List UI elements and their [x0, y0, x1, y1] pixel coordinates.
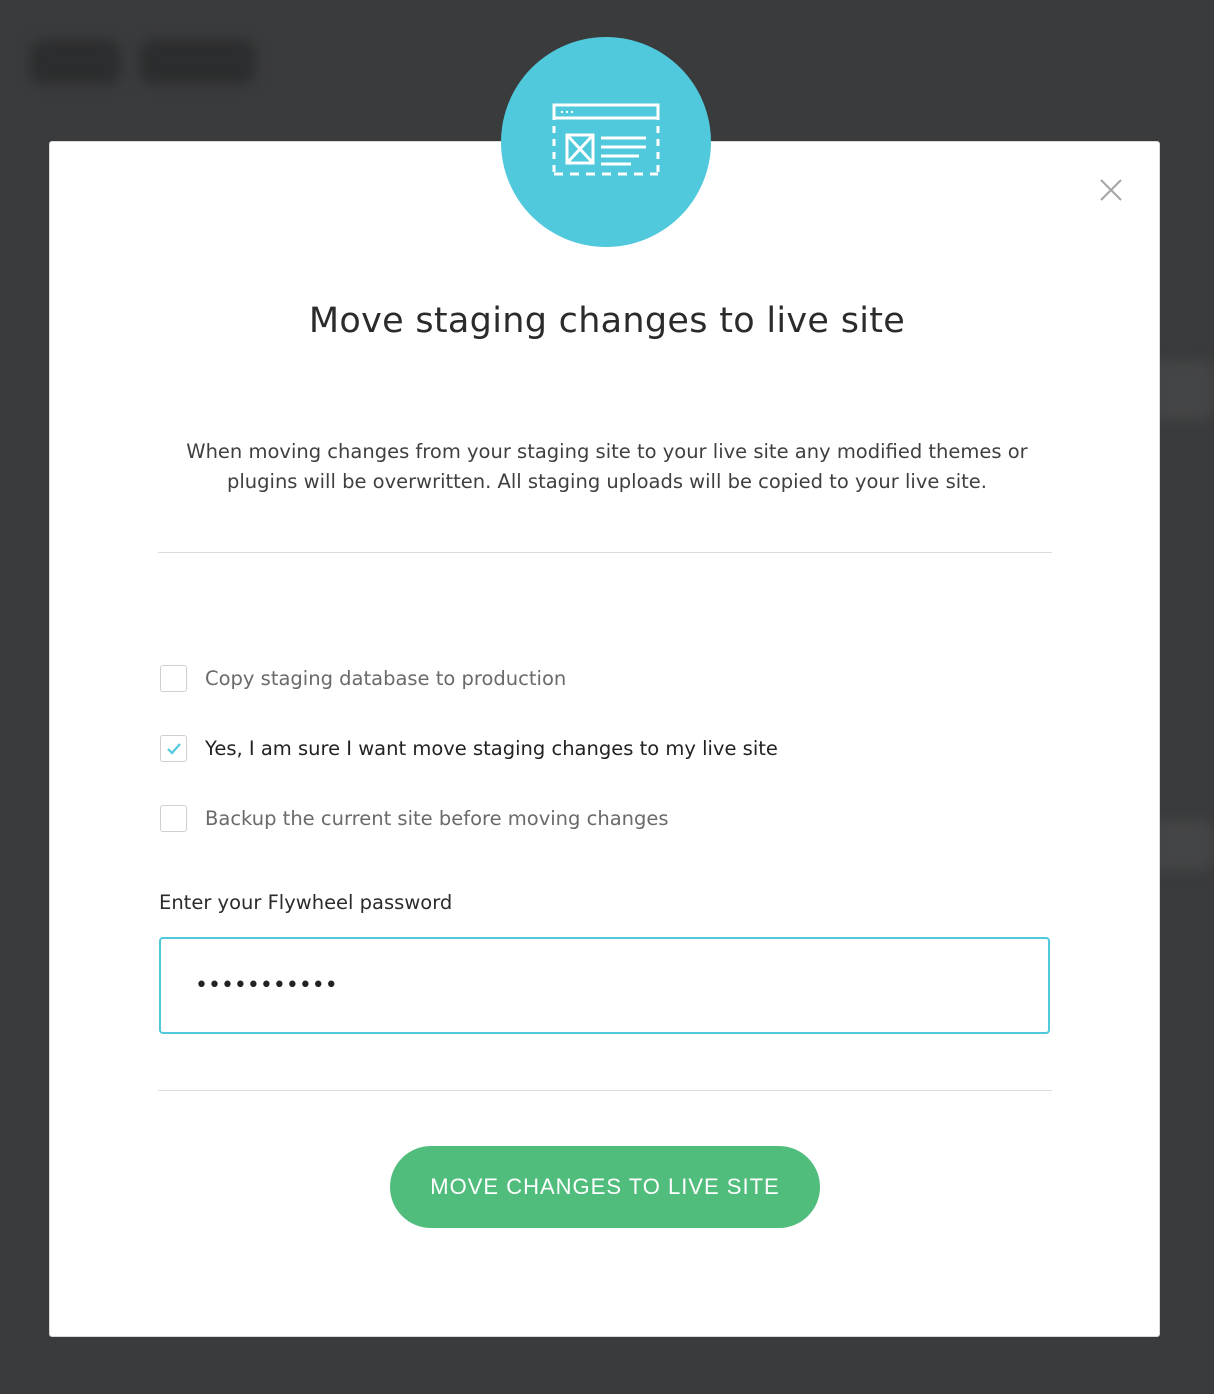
confirm-move-checkbox[interactable]: [160, 735, 187, 762]
move-changes-button[interactable]: MOVE CHANGES TO LIVE SITE: [390, 1146, 820, 1228]
password-field[interactable]: [159, 937, 1050, 1034]
background-blur: [30, 40, 120, 84]
copy-database-checkbox[interactable]: [160, 665, 187, 692]
divider: [158, 1090, 1052, 1091]
background-blur: [140, 40, 255, 84]
dialog-description: When moving changes from your staging si…: [186, 440, 1028, 493]
option-confirm-move[interactable]: Yes, I am sure I want move staging chang…: [160, 735, 778, 762]
dialog-title: Move staging changes to live site: [308, 301, 906, 341]
dialog-icon-badge: [501, 37, 711, 247]
website-layout-icon: [552, 103, 660, 176]
checkmark-icon: [166, 742, 181, 755]
divider: [158, 552, 1052, 553]
option-label: Backup the current site before moving ch…: [205, 807, 669, 830]
option-label: Copy staging database to production: [205, 667, 567, 690]
option-label: Yes, I am sure I want move staging chang…: [205, 737, 778, 760]
close-button[interactable]: [1097, 176, 1125, 204]
close-icon: [1100, 179, 1122, 201]
option-copy-database[interactable]: Copy staging database to production: [160, 665, 566, 692]
backup-site-checkbox[interactable]: [160, 805, 187, 832]
password-label: Enter your Flywheel password: [159, 891, 453, 914]
option-backup-site[interactable]: Backup the current site before moving ch…: [160, 805, 669, 832]
